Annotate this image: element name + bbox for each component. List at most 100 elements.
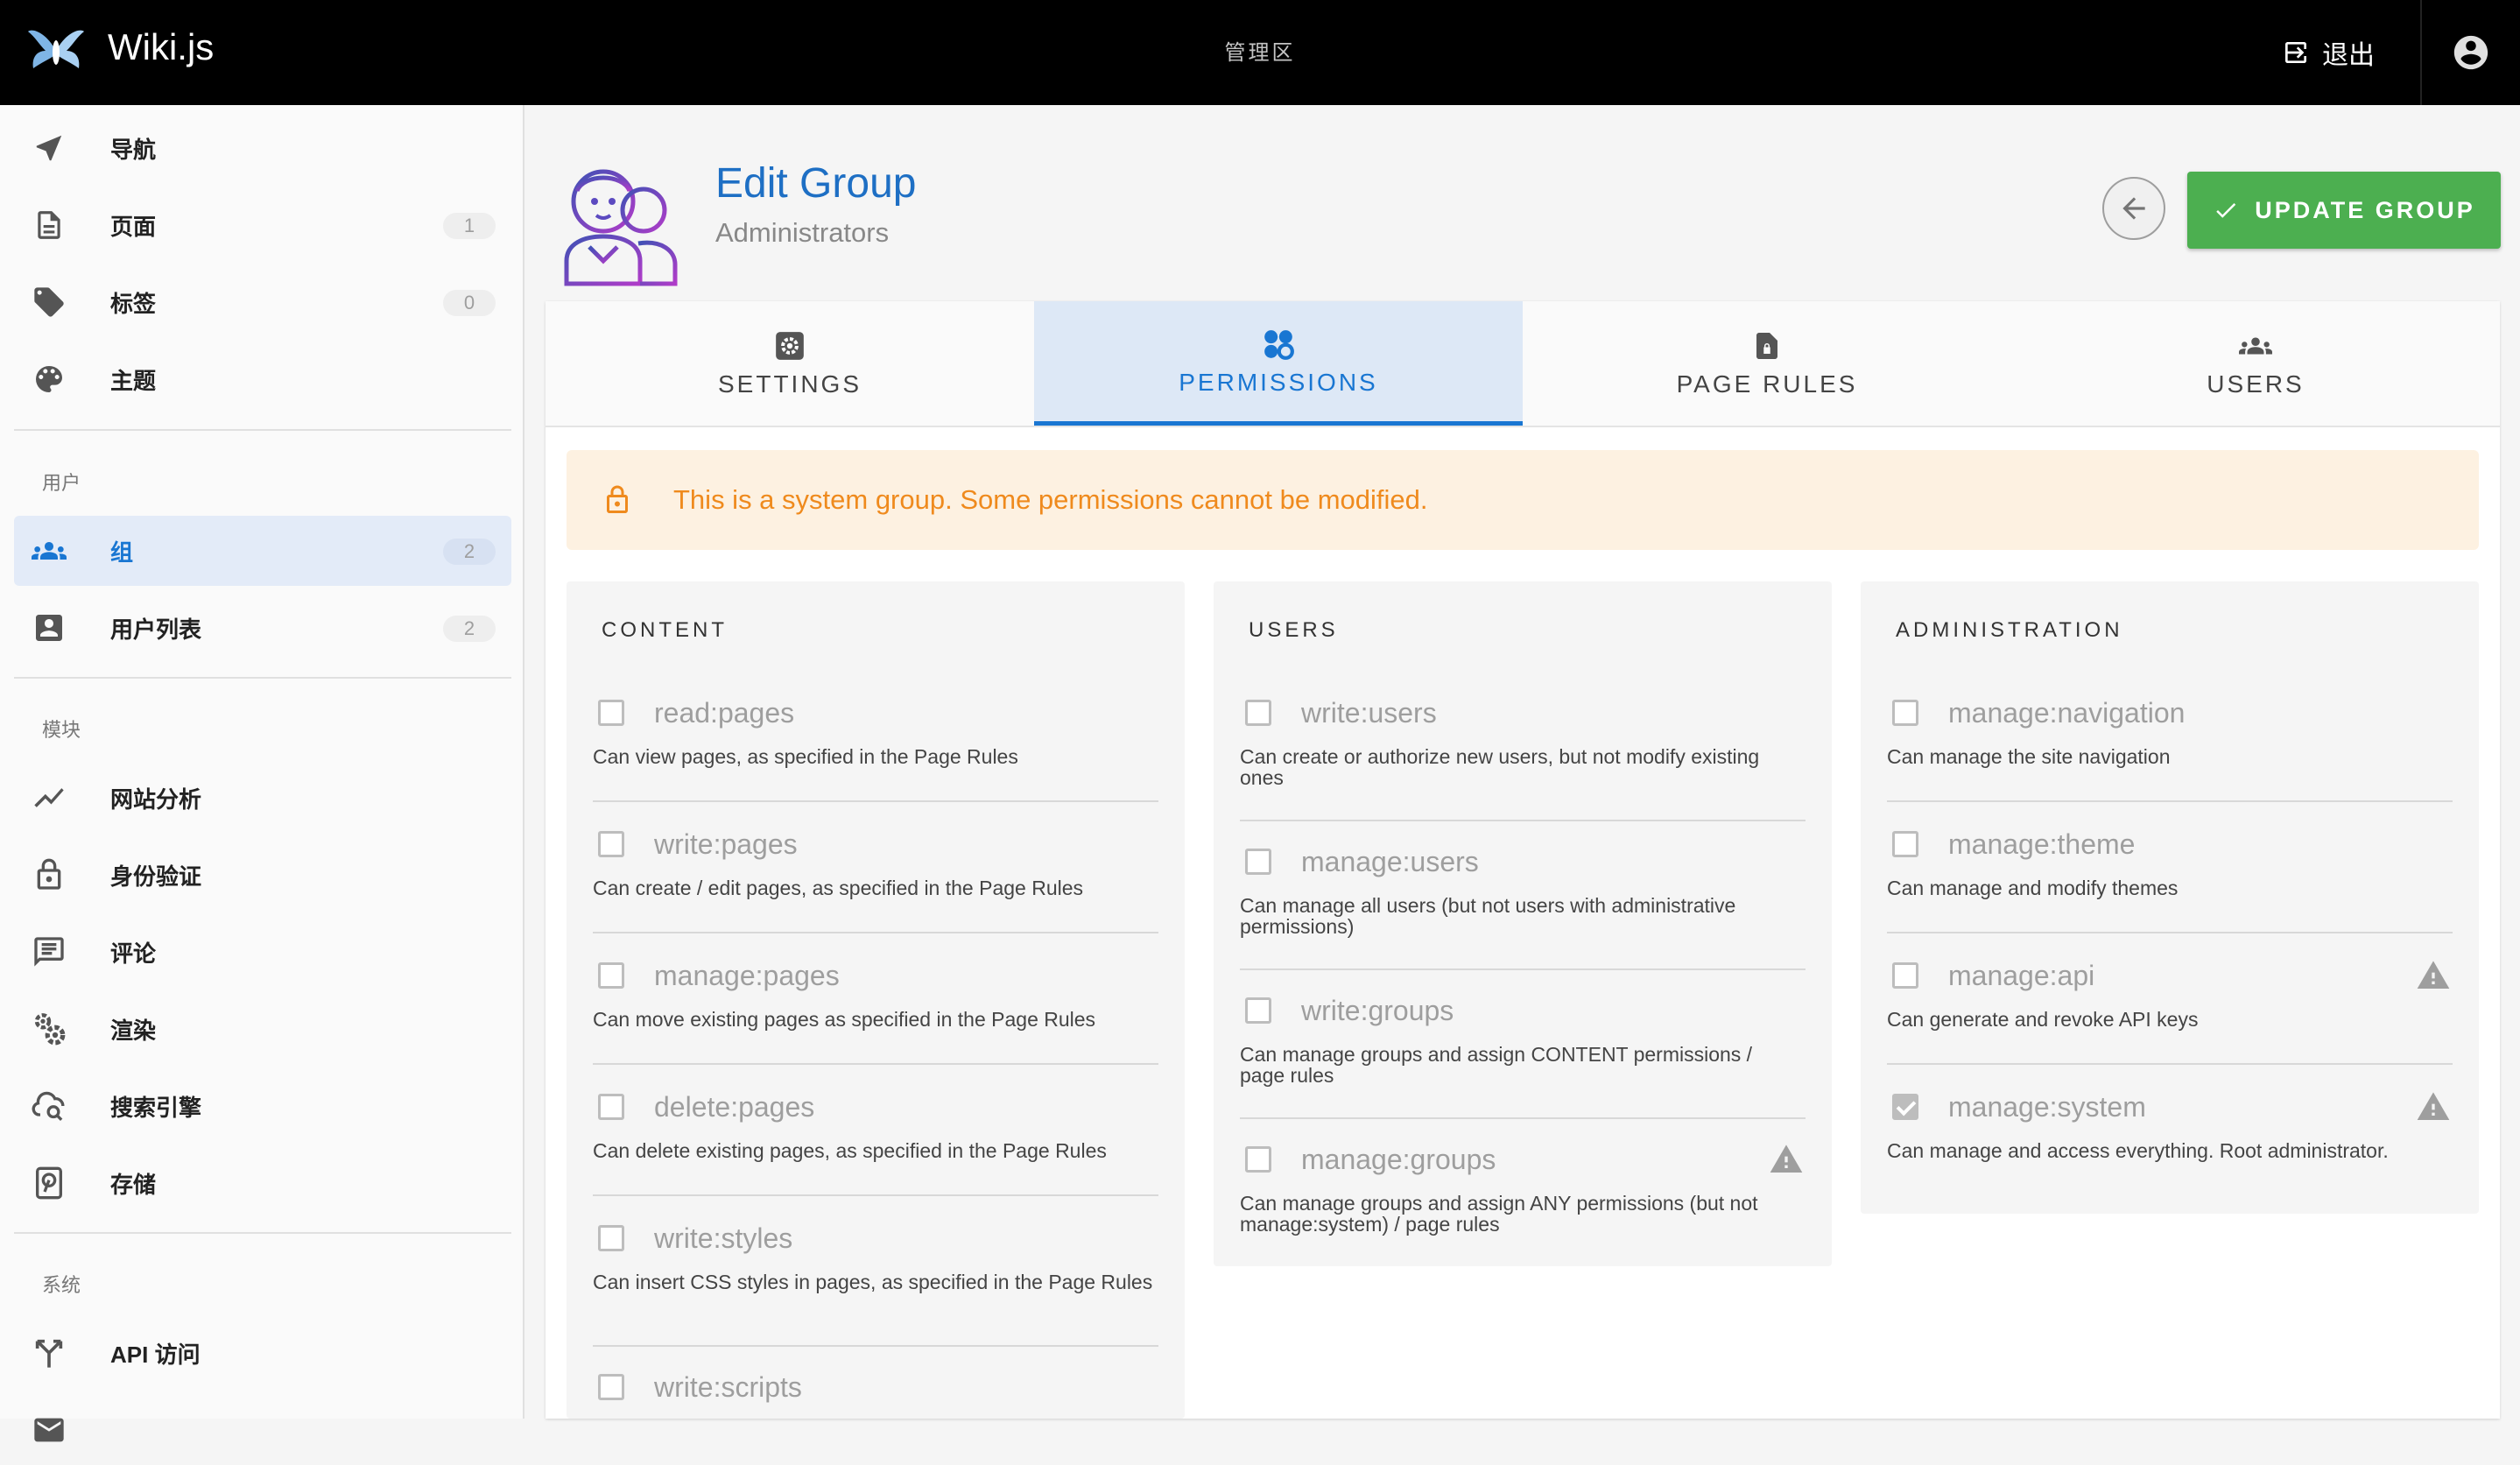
permission-checkbox[interactable] — [1892, 962, 1918, 989]
check-icon — [2216, 203, 2236, 218]
lock-icon — [600, 480, 635, 520]
count-badge: 1 — [443, 213, 496, 239]
permission-description: Can move existing pages as specified in … — [593, 1008, 1096, 1031]
permission-checkbox[interactable] — [1892, 700, 1918, 726]
sidebar-item-partial[interactable] — [14, 1395, 511, 1465]
sidebar-item-rendering[interactable]: 渲染 — [14, 994, 511, 1064]
permission-checkbox[interactable] — [598, 1374, 624, 1400]
tab-label: PERMISSIONS — [1179, 368, 1378, 396]
permission-description: Can create / edit pages, as specified in… — [593, 877, 1084, 899]
permission-name: manage:users — [1301, 845, 1479, 877]
sidebar-item-search[interactable]: 搜索引擎 — [14, 1071, 511, 1141]
permission-name: write:users — [1301, 696, 1437, 729]
permission-name: read:pages — [654, 696, 795, 729]
sidebar-item-pages[interactable]: 页面 1 — [14, 190, 511, 260]
permission-checkbox[interactable] — [1245, 849, 1271, 875]
tab-label: SETTINGS — [717, 370, 862, 398]
users-icon — [2238, 328, 2273, 363]
tab-bar: SETTINGS PERMISSIONS PAGE RULES USERS — [546, 301, 2500, 427]
section-title: 管理区 — [1224, 41, 1296, 65]
sidebar-item-label: 标签 — [110, 290, 157, 317]
warning-icon — [2417, 1092, 2450, 1120]
logout-button[interactable]: 退出 — [2282, 19, 2404, 86]
subheader-modules: 模块 — [42, 719, 81, 741]
arrow-left-icon — [2122, 197, 2145, 220]
settings-icon — [772, 328, 807, 363]
sidebar-item-label: 评论 — [110, 940, 157, 967]
tab-page-rules[interactable]: PAGE RULES — [1523, 301, 2011, 426]
tab-settings[interactable]: SETTINGS — [546, 301, 1034, 426]
divider — [14, 1232, 511, 1234]
permission-checkbox[interactable] — [598, 1225, 624, 1251]
sidebar-item-theme[interactable]: 主题 — [14, 344, 511, 414]
update-group-label: UPDATE GROUP — [2255, 196, 2475, 223]
permission-name: write:groups — [1301, 994, 1454, 1026]
sidebar-item-tags[interactable]: 标签 0 — [14, 267, 511, 337]
permissions-column-users: USERS write:users Can create or authoriz… — [1214, 581, 1832, 1266]
column-title: CONTENT — [602, 618, 728, 642]
search-cloud-icon — [30, 1087, 68, 1125]
permission-name: delete:pages — [654, 1090, 815, 1123]
warning-icon — [2417, 961, 2450, 989]
permission-checkbox[interactable] — [598, 700, 624, 726]
subheader-users: 用户 — [42, 472, 81, 494]
update-group-button[interactable]: UPDATE GROUP — [2187, 172, 2501, 249]
sidebar-item-storage[interactable]: 存储 — [14, 1148, 511, 1218]
sidebar-item-groups[interactable]: 组 2 — [14, 516, 511, 586]
permission-checkbox[interactable] — [1245, 1146, 1271, 1173]
sidebar-item-analytics[interactable]: 网站分析 — [14, 763, 511, 833]
group-avatar-icon — [564, 169, 678, 286]
tab-users[interactable]: USERS — [2011, 301, 2500, 426]
lock-icon — [30, 856, 68, 894]
main-content: Edit Group Administrators UPDATE GROUP S… — [524, 105, 2520, 1419]
permission-checkbox[interactable] — [598, 831, 624, 857]
user-box-icon — [30, 609, 68, 647]
permission-item: write:styles Can insert CSS styles in pa… — [593, 1221, 1158, 1347]
account-circle-icon — [2453, 35, 2488, 70]
permission-description: Can manage groups and assign ANY permiss… — [1240, 1192, 1758, 1236]
permission-checkbox[interactable] — [1892, 1094, 1918, 1120]
permission-name: manage:pages — [654, 959, 840, 991]
sidebar-item-comments[interactable]: 评论 — [14, 917, 511, 987]
tab-permissions[interactable]: PERMISSIONS — [1034, 301, 1523, 426]
permission-description: Can manage groups and assign CONTENT per… — [1240, 1043, 1753, 1087]
permission-item: manage:api Can generate and revoke API k… — [1887, 958, 2453, 1065]
permission-checkbox[interactable] — [1892, 831, 1918, 857]
account-button[interactable] — [2439, 21, 2502, 84]
divider — [2420, 0, 2422, 105]
sidebar-item-label: API 访问 — [110, 1341, 201, 1368]
permission-name: manage:api — [1948, 959, 2095, 991]
permission-checkbox[interactable] — [598, 1094, 624, 1120]
permission-item: write:users Can create or authorize new … — [1240, 695, 1806, 821]
count-badge: 2 — [443, 616, 496, 642]
storage-icon — [30, 1164, 68, 1202]
permission-description: Can manage and access everything. Root a… — [1887, 1139, 2389, 1162]
permission-description: Can create or authorize new users, but n… — [1240, 745, 1760, 789]
page-icon — [30, 206, 68, 244]
permission-description: Can insert CSS styles in pages, as speci… — [593, 1271, 1153, 1293]
permission-checkbox[interactable] — [1245, 700, 1271, 726]
sidebar-item-label: 页面 — [110, 213, 157, 240]
tags-icon — [30, 283, 68, 321]
permission-name: write:scripts — [654, 1370, 802, 1403]
cogs-icon — [30, 1010, 68, 1048]
permission-checkbox[interactable] — [598, 962, 624, 989]
system-group-alert: This is a system group. Some permissions… — [567, 450, 2479, 550]
count-badge: 2 — [443, 539, 496, 565]
sidebar-item-label: 用户列表 — [110, 616, 202, 643]
permission-item: write:pages Can create / edit pages, as … — [593, 827, 1158, 933]
subheader-system: 系统 — [42, 1274, 81, 1296]
sidebar-item-users[interactable]: 用户列表 2 — [14, 593, 511, 663]
groups-icon — [30, 532, 68, 570]
permission-name: manage:theme — [1948, 828, 2136, 860]
permission-item: write:scripts — [593, 1370, 1158, 1422]
permission-description: Can view pages, as specified in the Page… — [593, 745, 1018, 768]
page-rules-icon — [1749, 328, 1784, 363]
sidebar-item-api[interactable]: API 访问 — [14, 1318, 511, 1388]
permission-checkbox[interactable] — [1245, 997, 1271, 1024]
sidebar-item-navigation[interactable]: 导航 — [14, 113, 511, 183]
back-button[interactable] — [2102, 177, 2165, 240]
divider — [14, 429, 511, 431]
sidebar-item-auth[interactable]: 身份验证 — [14, 840, 511, 910]
group-name: Administrators — [715, 217, 890, 248]
